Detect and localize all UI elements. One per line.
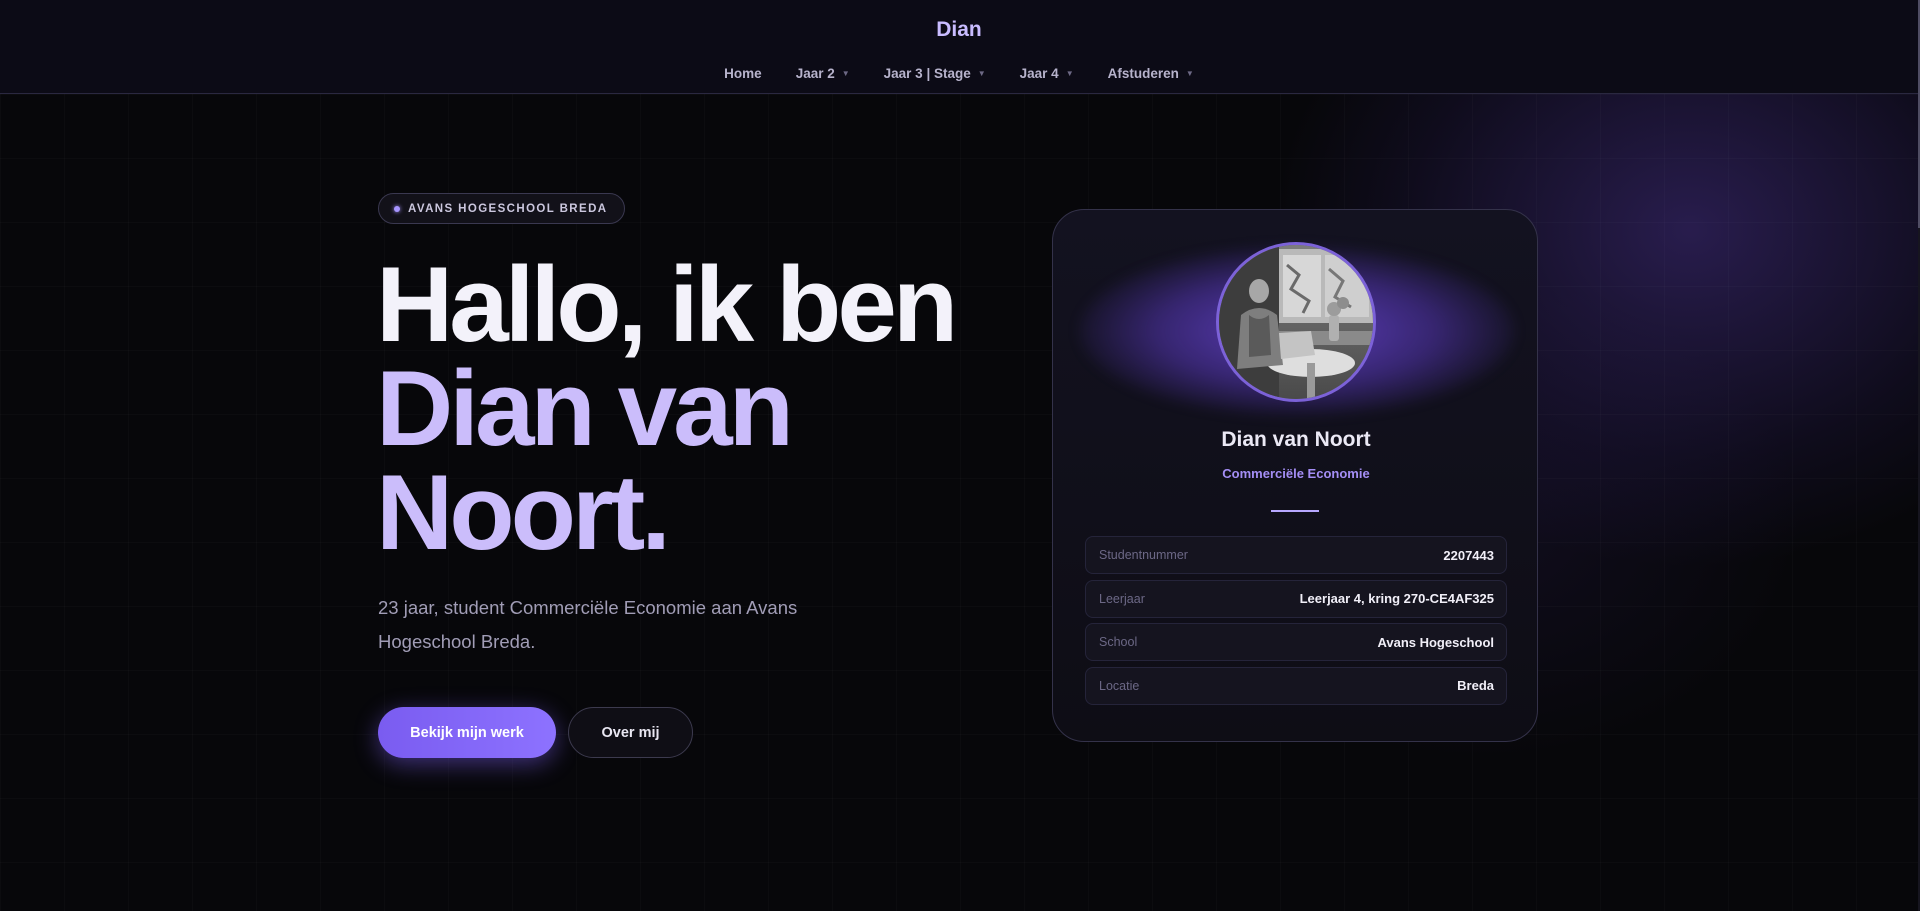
card-divider [1271,510,1319,512]
nav-item-jaar-4[interactable]: Jaar 4 ▼ [1003,66,1091,81]
headline-line-3: Noort. [376,452,671,572]
info-label: School [1099,635,1138,649]
hero-intro: 23 jaar, student Commerciële Economie aa… [378,597,798,652]
nav-item-afstuderen[interactable]: Afstuderen ▼ [1091,66,1211,81]
profile-name: Dian van Noort [1221,428,1371,451]
info-label: Leerjaar [1099,591,1145,606]
site-header: Dian Home Jaar 2 ▼ Jaar 3 | Stage ▼ Jaar… [0,0,1918,94]
nav-item-label: Jaar 3 | Stage [883,66,971,81]
nav-item-label: Jaar 2 [795,66,835,81]
view-work-button[interactable]: Bekijk mijn werk [378,707,556,758]
info-row-locatie: Locatie Breda [1085,666,1507,705]
background-glow [0,0,1920,911]
school-badge: AVANS HOGESCHOOL BREDA [378,193,626,224]
profile-card: Dian van Noort Commerciële Economie Stud… [1052,209,1538,742]
info-value: Leerjaar 4, kring 270-CE4AF325 [1299,591,1494,606]
info-value: 2207443 [1443,547,1494,563]
hero-headline: Hallo, ik ben Dian van Noort. [376,244,958,572]
profile-photo [1219,245,1373,399]
headline-line-1: Hallo, ik ben [376,244,958,364]
info-row-leerjaar: Leerjaar Leerjaar 4, kring 270-CE4AF325 [1085,579,1507,618]
nav-item-home[interactable]: Home [707,66,779,81]
nav-item-label: Afstuderen [1107,66,1179,81]
caret-down-icon: ▼ [841,69,850,78]
dot-icon [394,205,400,212]
caret-down-icon: ▼ [1065,69,1074,78]
caret-down-icon: ▼ [1185,69,1194,78]
badge-label: AVANS HOGESCHOOL BREDA [408,202,608,215]
info-row-school: School Avans Hogeschool [1085,623,1507,661]
background-grid [0,94,1920,911]
info-value: Avans Hogeschool [1377,634,1494,650]
nav-item-label: Home [724,66,762,81]
info-label: Studentnummer [1099,548,1188,562]
info-value: Breda [1457,678,1494,693]
caret-down-icon: ▼ [977,69,986,78]
nav-item-jaar-3-stage[interactable]: Jaar 3 | Stage ▼ [867,66,1003,81]
profile-info-list: Studentnummer 2207443 Leerjaar Leerjaar … [1085,536,1507,710]
headline-line-2: Dian van [376,348,794,468]
nav-item-jaar-2[interactable]: Jaar 2 ▼ [779,66,867,81]
info-label: Locatie [1099,678,1140,693]
nav-item-label: Jaar 4 [1019,66,1059,81]
about-me-button[interactable]: Over mij [568,707,693,758]
info-row-studentnummer: Studentnummer 2207443 [1085,536,1507,574]
site-brand[interactable]: Dian [0,18,1918,42]
avatar [1216,242,1376,402]
main-nav: Home Jaar 2 ▼ Jaar 3 | Stage ▼ Jaar 4 ▼ … [0,66,1918,81]
profile-role: Commerciële Economie [1222,466,1370,481]
